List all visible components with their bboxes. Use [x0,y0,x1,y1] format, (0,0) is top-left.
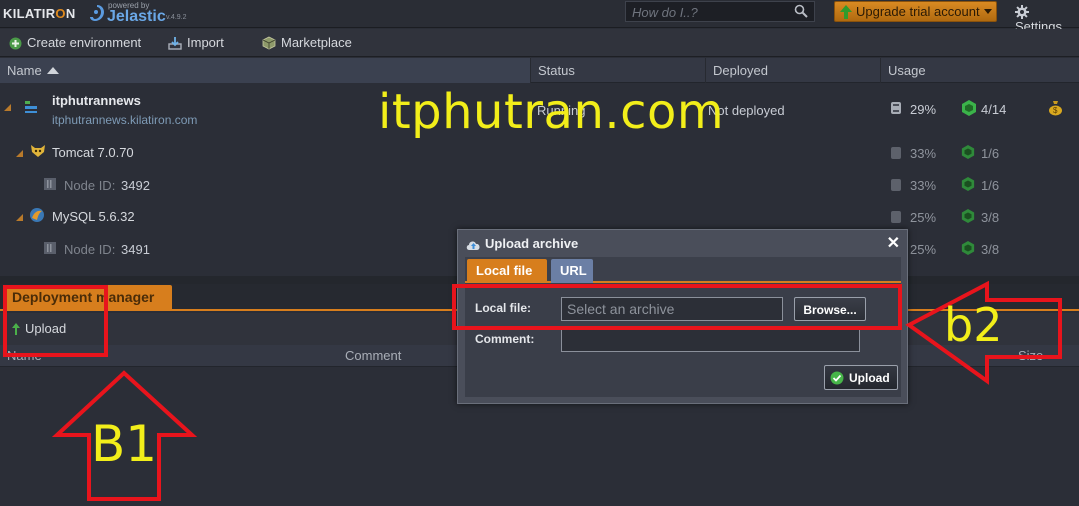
annotation-arrows [51,280,1062,501]
annotation-label-b2: b2 [944,298,1003,352]
annotation-label-b1: B1 [91,415,158,473]
